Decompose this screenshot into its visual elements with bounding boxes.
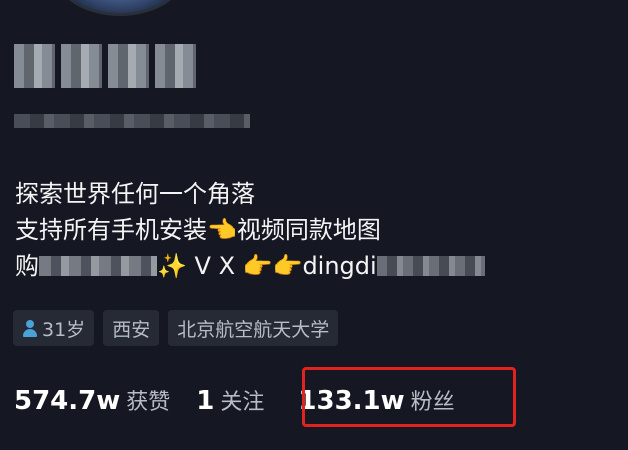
tag-age[interactable]: 31岁 (13, 310, 95, 346)
tag-city-label: 西安 (112, 318, 151, 341)
tag-city[interactable]: 西安 (103, 310, 160, 346)
likes-label: 获赞 (126, 390, 171, 415)
point-left-emoji: 👈 (207, 216, 237, 244)
bio: 探索世界任何一个角落 支持所有手机安装👈视频同款地图 购 ✨ V X 👉👉ding… (15, 176, 485, 284)
followers-highlight-box (302, 367, 516, 427)
stat-following[interactable]: 1 关注 (196, 384, 264, 416)
bio-line-2: 支持所有手机安装👈视频同款地图 (15, 216, 381, 244)
following-count: 1 (196, 386, 215, 416)
user-id-blurred (14, 114, 250, 128)
avatar[interactable] (52, 0, 188, 16)
person-icon (22, 319, 38, 337)
profile-tags: 31岁 西安 北京航空航天大学 (13, 310, 339, 346)
bio-line-3: 购 ✨ V X 👉👉dingdi (15, 248, 485, 284)
tag-school[interactable]: 北京航空航天大学 (168, 310, 339, 346)
sparkle-emoji: ✨ (157, 252, 187, 280)
bio-blurred-segment (39, 256, 157, 276)
likes-count: 574.7w (14, 386, 121, 416)
username-blurred (14, 44, 196, 88)
following-label: 关注 (220, 390, 265, 415)
tag-age-label: 31岁 (42, 318, 86, 341)
bio-blurred-tail (376, 256, 485, 276)
point-right-emoji: 👉👉 (242, 252, 303, 280)
tag-school-label: 北京航空航天大学 (177, 318, 330, 341)
bio-line-1: 探索世界任何一个角落 (15, 180, 255, 208)
stat-likes[interactable]: 574.7w 获赞 (14, 384, 170, 416)
